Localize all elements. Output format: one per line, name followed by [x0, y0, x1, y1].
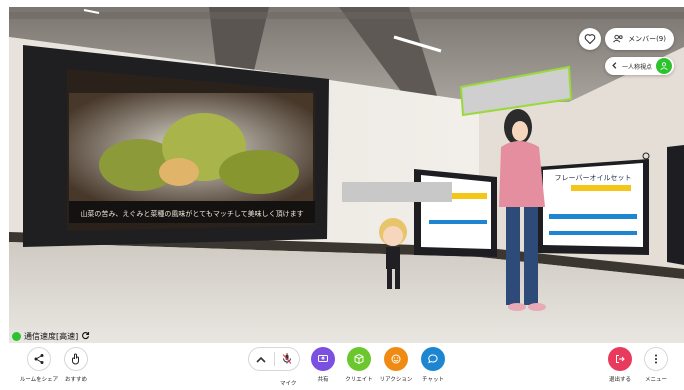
more-vertical-icon: [644, 347, 668, 371]
mic-control-group: [248, 347, 300, 371]
members-label: メンバー(9): [628, 35, 666, 43]
menu-button[interactable]: メニュー: [634, 347, 678, 383]
chevron-up-icon: [256, 350, 266, 369]
mic-options-button[interactable]: [249, 348, 274, 370]
mic-button[interactable]: [275, 348, 300, 370]
heart-icon: [584, 30, 596, 49]
exit-icon: [608, 347, 632, 371]
reaction-label: リアクション: [379, 377, 413, 383]
people-icon: [613, 34, 624, 45]
connection-status: 通信速度[高速]: [12, 331, 90, 342]
chevron-left-icon: [611, 61, 618, 71]
smiley-icon: [384, 347, 408, 371]
leave-label: 退出する: [608, 377, 631, 383]
user-avatar[interactable]: [656, 58, 672, 74]
recommend-label: おすすめ: [64, 377, 87, 383]
view-mode-toggle[interactable]: 一人称視点: [604, 57, 674, 75]
mic-muted-icon: [281, 350, 293, 369]
screen-share-icon: [311, 347, 335, 371]
favorite-button[interactable]: [579, 28, 602, 50]
3d-viewport[interactable]: 山菜の苦み、えぐみと菜種の風味がとてもマッチして美味しく頂けます フレーバーオイ…: [9, 7, 684, 343]
hand-pointer-icon: [64, 347, 88, 371]
members-button[interactable]: メンバー(9): [605, 28, 674, 50]
share-label: 共有: [317, 377, 329, 383]
connection-label: 通信速度[高速]: [24, 332, 79, 341]
status-dot-icon: [12, 332, 21, 341]
chat-label: チャット: [422, 377, 444, 383]
screen-caption: 山菜の苦み、えぐみと菜種の風味がとてもマッチして美味しく頂けます: [80, 209, 303, 218]
refresh-icon[interactable]: [81, 331, 90, 342]
recommend-button[interactable]: おすすめ: [54, 347, 98, 383]
bottom-toolbar: ルームをシェア おすすめ マイク 共有 クリエイト リアクション チャット 退出…: [0, 343, 684, 390]
poster-title: フレーバーオイルセット: [555, 174, 632, 182]
mic-label: マイク: [280, 381, 297, 387]
share-room-label: ルームをシェア: [19, 377, 59, 383]
share-network-icon: [27, 347, 51, 371]
gallery-scene: 山菜の苦み、えぐみと菜種の風味がとてもマッチして美味しく頂けます フレーバーオイ…: [9, 7, 684, 343]
cube-icon: [347, 347, 371, 371]
menu-label: メニュー: [644, 377, 667, 383]
view-mode-label: 一人称視点: [621, 63, 652, 71]
create-label: クリエイト: [345, 377, 373, 383]
top-right-controls: メンバー(9): [579, 28, 674, 50]
chat-button[interactable]: チャット: [411, 347, 455, 383]
chat-bubble-icon: [421, 347, 445, 371]
